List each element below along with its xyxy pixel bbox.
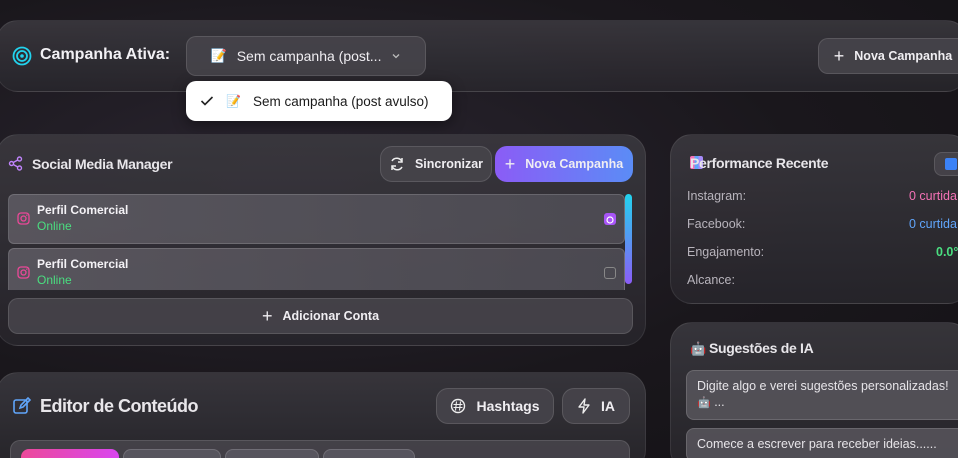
ai-suggestions-title: Sugestões de IA	[709, 340, 814, 356]
ai-suggestion-text: Comece a escrever para receber ideias...…	[697, 437, 937, 451]
plus-icon: +	[833, 45, 845, 66]
add-account-label: Adicionar Conta	[282, 309, 380, 323]
tab-facebook[interactable]	[123, 449, 221, 458]
refresh-icon	[389, 156, 405, 172]
account-checkbox[interactable]	[604, 213, 616, 225]
campaign-select-value: Sem campanha (post...	[236, 48, 382, 64]
lightning-icon	[577, 398, 591, 414]
perf-value: 0 curtida	[909, 189, 957, 203]
sync-button[interactable]: Sincronizar	[380, 146, 492, 182]
ai-suggestion-card[interactable]: Digite algo e verei sugestões personaliz…	[686, 370, 958, 420]
perf-label: Instagram:	[687, 189, 747, 203]
sync-label: Sincronizar	[414, 157, 484, 171]
robot-icon: 🤖	[697, 397, 711, 409]
account-row[interactable]: Perfil Comercial Online	[8, 194, 625, 244]
plus-icon: +	[504, 153, 516, 174]
perf-label: Alcance:	[687, 273, 735, 287]
refresh-icon	[945, 158, 957, 170]
performance-refresh-button[interactable]	[934, 152, 958, 176]
dropdown-option-label: Sem campanha (post avulso)	[252, 93, 429, 109]
edit-icon	[12, 396, 32, 416]
platform-tabs	[10, 440, 630, 458]
accounts-scrollbar[interactable]	[625, 194, 632, 284]
perf-label: Facebook:	[687, 217, 746, 231]
tab-linkedin[interactable]	[323, 449, 415, 458]
perf-label: Engajamento:	[687, 245, 765, 259]
hashtags-button[interactable]: Hashtags	[436, 388, 554, 424]
robot-icon: 🤖	[690, 341, 707, 356]
account-checkbox[interactable]	[604, 267, 616, 279]
account-name: Perfil Comercial	[37, 203, 129, 217]
chevron-down-icon	[391, 51, 401, 61]
account-status: Online	[37, 219, 72, 233]
target-icon	[12, 46, 32, 66]
new-campaign-button[interactable]: + Nova Campanha	[495, 146, 633, 182]
ai-suggestion-text: Digite algo e verei sugestões personaliz…	[697, 379, 949, 393]
instagram-icon	[17, 266, 30, 279]
ai-label: IA	[601, 398, 615, 414]
plus-icon: +	[261, 305, 273, 326]
memo-icon: 📝	[210, 48, 227, 63]
ai-button[interactable]: IA	[562, 388, 630, 424]
new-campaign-label: Nova Campanha	[854, 49, 953, 63]
editor-title: Editor de Conteúdo	[40, 396, 198, 416]
instagram-icon	[17, 212, 30, 225]
ai-suggestion-ellipsis: ...	[714, 395, 725, 409]
memo-icon: 📝	[226, 94, 241, 108]
account-status: Online	[37, 273, 72, 287]
campaign-select[interactable]: 📝 Sem campanha (post...	[186, 36, 426, 76]
add-account-button[interactable]: + Adicionar Conta	[8, 298, 633, 334]
tab-instagram[interactable]	[21, 449, 119, 458]
ai-suggestion-card[interactable]: Comece a escrever para receber ideias...…	[686, 428, 958, 458]
share-icon	[8, 156, 23, 171]
perf-value: 0.0°	[936, 245, 958, 259]
campaign-label: Campanha Ativa:	[40, 46, 171, 63]
checkmark-icon	[200, 95, 214, 107]
hashtags-label: Hashtags	[476, 398, 540, 414]
new-campaign-button[interactable]: + Nova Campanha	[818, 38, 958, 74]
social-manager-title: Social Media Manager	[32, 156, 173, 172]
performance-title: Performance Recente	[690, 155, 829, 171]
account-name: Perfil Comercial	[37, 257, 129, 271]
perf-value: 0 curtida	[909, 217, 957, 231]
new-campaign-label: Nova Campanha	[525, 157, 624, 171]
tab-twitter[interactable]	[225, 449, 319, 458]
hashtag-icon	[450, 398, 466, 414]
campaign-dropdown-option[interactable]: 📝 Sem campanha (post avulso)	[186, 81, 452, 121]
account-row[interactable]: Perfil Comercial Online	[8, 248, 625, 290]
